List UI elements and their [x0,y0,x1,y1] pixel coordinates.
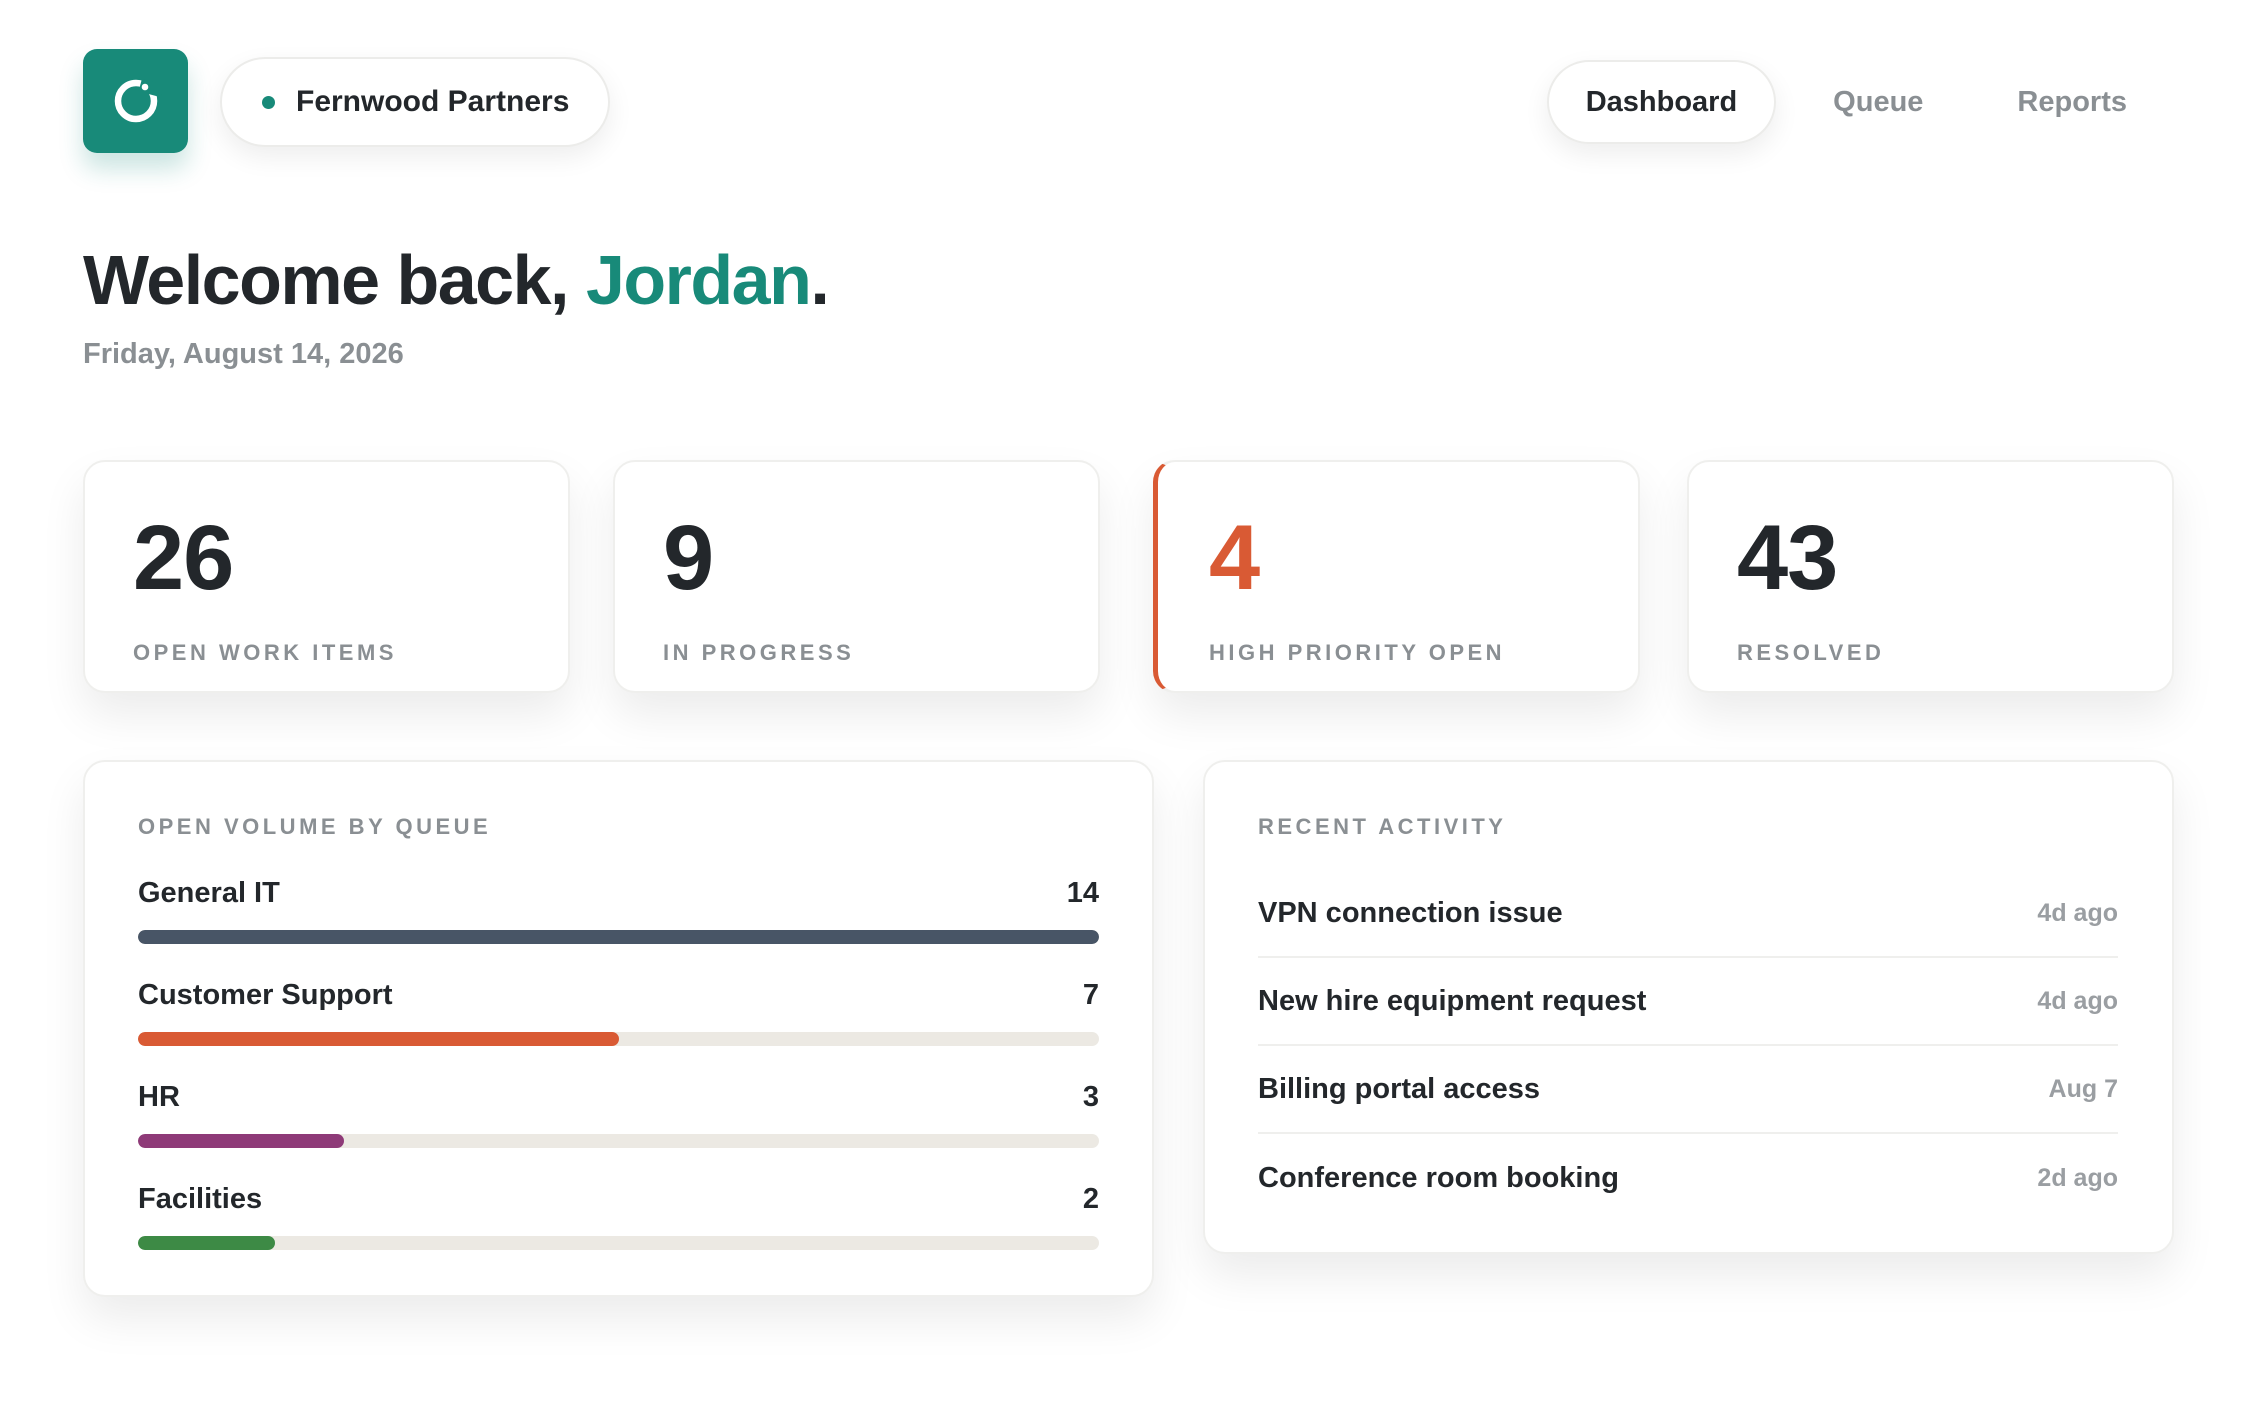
activity-title: New hire equipment request [1258,984,1647,1017]
queue-bar-fill [138,1032,619,1046]
queue-count: 3 [1082,1081,1099,1113]
queue-bar-track [138,1236,1099,1250]
activity-item[interactable]: New hire equipment request 4d ago [1258,958,2118,1046]
queue-bar-fill [138,1134,344,1148]
queue-bar-track [138,930,1099,944]
stat-value: 4 [1209,507,1260,609]
queue-bar-fill [138,1236,276,1250]
org-name: Fernwood Partners [296,85,570,118]
greeting-prefix: Welcome back, [83,241,586,319]
nav-tab-reports[interactable]: Reports [1980,60,2164,144]
activity-item[interactable]: Billing portal access Aug 7 [1258,1046,2118,1134]
stat-label: HIGH PRIORITY OPEN [1209,640,1506,665]
activity-time: 4d ago [2037,898,2118,927]
stat-label: RESOLVED [1737,640,1885,665]
queue-name: Facilities [138,1183,263,1215]
activity-item[interactable]: Conference room booking 2d ago [1258,1134,2118,1222]
stat-card-in-progress[interactable]: 9 IN PROGRESS [613,460,1100,693]
queue-row-hr[interactable]: HR 3 [138,1081,1099,1148]
queue-bar-fill [138,930,1099,944]
queue-volume-panel: OPEN VOLUME BY QUEUE General IT 14 Custo… [83,760,1154,1297]
queue-count: 2 [1082,1183,1099,1215]
top-nav: Dashboard Queue Reports [1546,60,2164,144]
queue-count: 7 [1082,979,1099,1011]
app-logo[interactable] [83,49,188,153]
stat-card-open-work-items[interactable]: 26 OPEN WORK ITEMS [83,460,570,693]
queue-row-general-it[interactable]: General IT 14 [138,877,1099,944]
user-name: Jordan [585,241,812,319]
dashboard-page: Fernwood Partners Dashboard Queue Report… [0,0,2246,1407]
stat-card-high-priority-open[interactable]: 4 HIGH PRIORITY OPEN [1153,460,1640,693]
panel-title: RECENT ACTIVITY [1258,814,1507,839]
stat-value: 9 [663,507,714,609]
stat-label: IN PROGRESS [663,640,855,665]
stat-card-resolved[interactable]: 43 RESOLVED [1687,460,2174,693]
nav-tab-queue[interactable]: Queue [1796,60,1960,144]
recent-activity-panel: RECENT ACTIVITY VPN connection issue 4d … [1203,760,2174,1254]
activity-list: VPN connection issue 4d ago New hire equ… [1258,870,2118,1222]
panel-title: OPEN VOLUME BY QUEUE [138,814,492,839]
status-dot-icon [262,95,275,109]
queue-count: 14 [1066,877,1099,909]
activity-time: 4d ago [2037,986,2118,1015]
org-switcher[interactable]: Fernwood Partners [220,57,610,147]
stat-value: 26 [133,507,234,609]
stat-value: 43 [1737,507,1838,609]
activity-time: Aug 7 [2048,1074,2118,1103]
ring-icon [114,78,163,123]
activity-title: Conference room booking [1258,1161,1619,1194]
queue-name: Customer Support [138,979,393,1011]
activity-title: VPN connection issue [1258,896,1563,929]
queue-name: HR [138,1081,180,1113]
queue-bar-track [138,1134,1099,1148]
stat-label: OPEN WORK ITEMS [133,640,397,665]
page-title: Welcome back, Jordan. [83,245,830,315]
activity-title: Billing portal access [1258,1072,1541,1105]
activity-time: 2d ago [2037,1163,2118,1192]
queue-row-facilities[interactable]: Facilities 2 [138,1183,1099,1250]
queue-bar-track [138,1032,1099,1046]
queue-row-customer-support[interactable]: Customer Support 7 [138,979,1099,1046]
activity-item[interactable]: VPN connection issue 4d ago [1258,870,2118,958]
queue-name: General IT [138,877,280,909]
nav-tab-dashboard[interactable]: Dashboard [1546,60,1777,144]
greeting-suffix: . [810,241,829,319]
current-date: Friday, August 14, 2026 [83,338,404,370]
